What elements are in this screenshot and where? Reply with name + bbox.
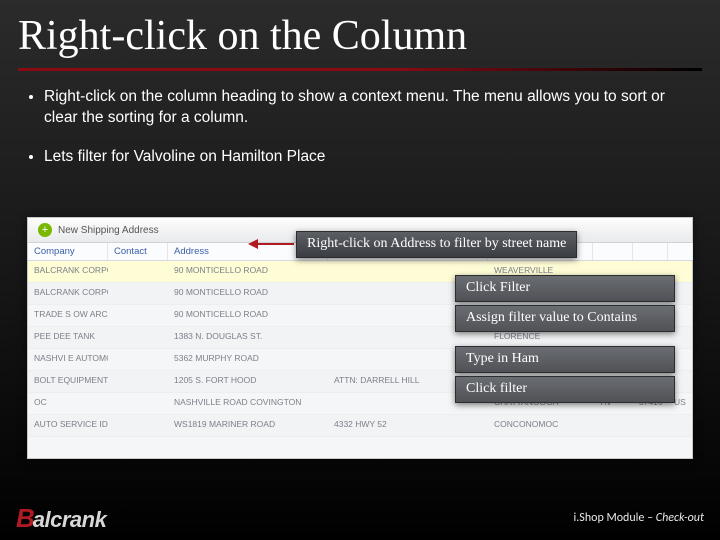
table-row[interactable]: AUTO SERVICE IDS LLC WS1819 MARINER ROAD4…	[28, 415, 692, 437]
add-icon[interactable]: +	[38, 223, 52, 237]
logo-initial: B	[16, 503, 34, 534]
table-cell	[108, 283, 168, 304]
toolbar-label: New Shipping Address	[58, 225, 159, 236]
table-cell: NASHVILLE ROAD COVINGTON	[168, 393, 328, 414]
col-5[interactable]	[593, 243, 633, 260]
table-cell: 4332 HWY 52	[328, 415, 488, 436]
table-cell: 5362 MURPHY ROAD	[168, 349, 328, 370]
logo-text: alcrank	[33, 507, 107, 533]
table-cell: PEE DEE TANK	[28, 327, 108, 348]
table-cell: 90 MONTICELLO ROAD	[168, 305, 328, 326]
arrow-icon	[248, 239, 294, 249]
callout-click-filter: Click Filter	[455, 275, 675, 302]
table-cell	[108, 261, 168, 282]
table-cell: BOLT EQUIPMENT LLC	[28, 371, 108, 392]
table-cell	[668, 415, 693, 436]
table-cell: 1383 N. DOUGLAS ST.	[168, 327, 328, 348]
table-cell	[108, 371, 168, 392]
footer-sep: –	[644, 511, 655, 525]
table-cell: 90 MONTICELLO ROAD	[168, 261, 328, 282]
table-cell: WS1819 MARINER ROAD	[168, 415, 328, 436]
brand-logo: B alcrank	[16, 503, 106, 534]
table-cell	[633, 415, 668, 436]
table-cell: NASHVI E AUTOMOTIVE IMPORTS	[28, 349, 108, 370]
table-cell	[593, 415, 633, 436]
footer-page: Check-out	[656, 511, 704, 525]
table-cell: AUTO SERVICE IDS LLC	[28, 415, 108, 436]
table-cell	[108, 305, 168, 326]
callout-assign: Assign filter value to Contains	[455, 305, 675, 332]
table-cell: BALCRANK CORPORATION	[28, 261, 108, 282]
bullet-list: Right-click on the column heading to sho…	[44, 87, 720, 168]
table-cell	[108, 349, 168, 370]
col-7[interactable]	[668, 243, 693, 260]
slide-footer: B alcrank i.Shop Module – Check-out	[0, 502, 720, 540]
slide-title: Right-click on the Column	[0, 0, 720, 66]
callout-address: Right-click on Address to filter by stre…	[296, 231, 577, 258]
col-company[interactable]: Company	[28, 243, 108, 260]
table-cell: 90 MONTICELLO ROAD	[168, 283, 328, 304]
table-cell	[108, 327, 168, 348]
callout-type-ham: Type in Ham	[455, 346, 675, 373]
bullet-item: Lets filter for Valvoline on Hamilton Pl…	[44, 147, 692, 168]
footer-module: i.Shop Module	[574, 511, 645, 525]
footer-right: i.Shop Module – Check-out	[574, 511, 704, 525]
table-cell: CONCONOMOC	[488, 415, 593, 436]
table-cell: BALCRANK CORPORATION	[28, 283, 108, 304]
col-6[interactable]	[633, 243, 668, 260]
table-cell	[108, 415, 168, 436]
col-contact[interactable]: Contact	[108, 243, 168, 260]
callout-click-filter-2: Click filter	[455, 376, 675, 403]
table-cell: TRADE S OW ARCA JESSICA	[28, 305, 108, 326]
table-cell: 1205 S. FORT HOOD	[168, 371, 328, 392]
title-rule	[18, 68, 702, 71]
table-cell	[108, 393, 168, 414]
table-cell: OC	[28, 393, 108, 414]
bullet-item: Right-click on the column heading to sho…	[44, 87, 692, 129]
